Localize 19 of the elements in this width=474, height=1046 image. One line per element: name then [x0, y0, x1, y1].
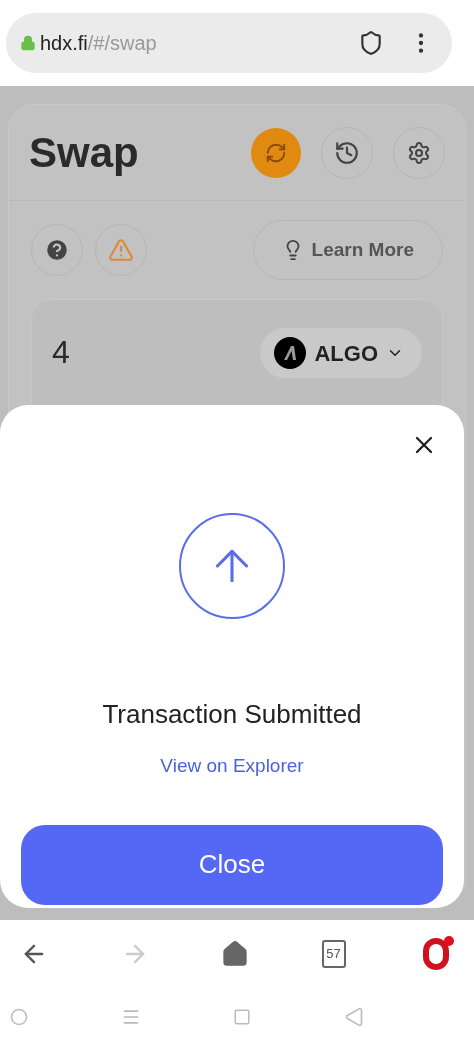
token-selector[interactable]: ALGO	[260, 328, 422, 378]
url-text: hdx.fi/#/swap	[40, 31, 157, 56]
refresh-icon	[265, 141, 287, 164]
help-icon	[44, 237, 70, 263]
amount-value[interactable]: 4	[52, 328, 70, 376]
home-icon[interactable]	[221, 940, 249, 968]
shield-icon[interactable]	[358, 30, 384, 56]
modal-title: Transaction Submitted	[102, 698, 362, 731]
swap-button[interactable]	[251, 127, 301, 178]
warning-icon	[108, 237, 134, 263]
close-button[interactable]: Close	[21, 824, 443, 905]
history-icon	[334, 139, 360, 166]
settings-icon	[407, 140, 431, 165]
swap-title: Swap	[29, 128, 139, 178]
tabs-button[interactable]: 57	[321, 940, 346, 968]
explorer-link[interactable]: View on Explorer	[160, 752, 304, 781]
token-logo-icon	[274, 337, 307, 369]
address-bar[interactable]: hdx.fi/#/swap	[6, 13, 452, 73]
lock-icon	[20, 35, 36, 51]
